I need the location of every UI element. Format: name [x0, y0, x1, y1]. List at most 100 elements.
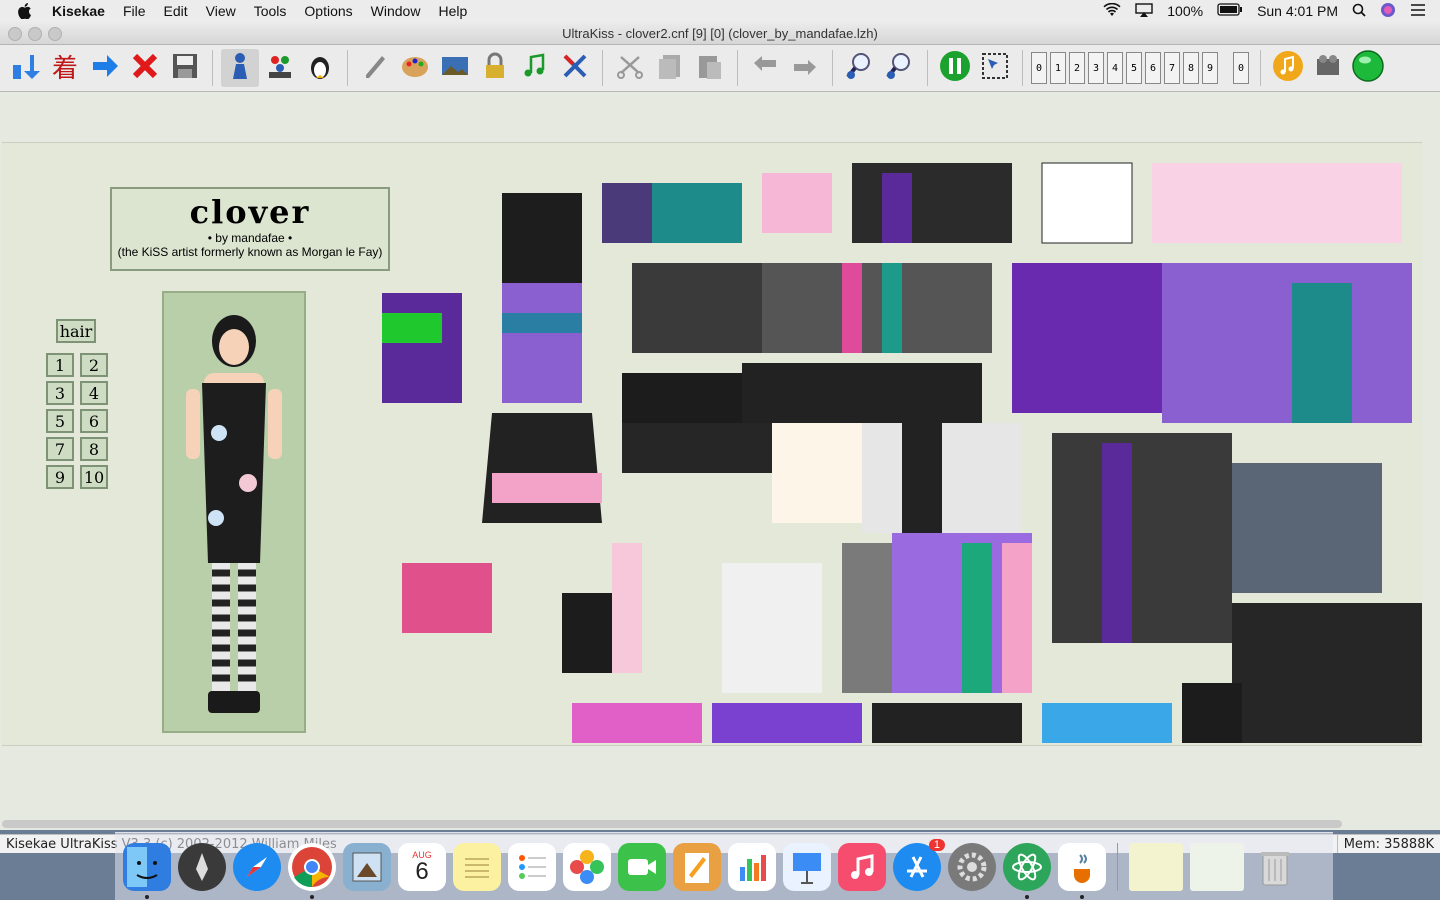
- penguin-button[interactable]: [301, 49, 339, 87]
- lock-button[interactable]: [476, 49, 514, 87]
- doll-figure[interactable]: [164, 293, 304, 731]
- undo-button[interactable]: [746, 49, 784, 87]
- scissors-icon: [615, 51, 645, 86]
- menu-file[interactable]: File: [123, 3, 146, 19]
- calendar-icon[interactable]: AUG 6: [398, 843, 446, 891]
- preview-icon[interactable]: [343, 843, 391, 891]
- menu-help[interactable]: Help: [438, 3, 467, 19]
- cast-button[interactable]: [261, 49, 299, 87]
- minimized-window-icon[interactable]: [1190, 843, 1244, 891]
- trash-icon[interactable]: [1251, 843, 1299, 891]
- redo-button[interactable]: [786, 49, 824, 87]
- hair-button-3[interactable]: 3: [46, 381, 74, 405]
- close-button[interactable]: [126, 49, 164, 87]
- kanji-icon: 着: [50, 51, 80, 86]
- app-store-icon[interactable]: 1: [893, 839, 945, 891]
- hair-button-5[interactable]: 5: [46, 409, 74, 433]
- siri-icon[interactable]: [1380, 2, 1396, 21]
- page-button[interactable]: 9: [1202, 52, 1218, 84]
- image-button[interactable]: [436, 49, 474, 87]
- page-button[interactable]: 2: [1069, 52, 1085, 84]
- pages-icon[interactable]: [673, 843, 721, 891]
- sound-icon: [1272, 50, 1304, 87]
- page-button[interactable]: 0: [1031, 52, 1047, 84]
- apple-icon[interactable]: [16, 2, 34, 20]
- clock[interactable]: Sun 4:01 PM: [1257, 3, 1338, 19]
- menu-app-name[interactable]: Kisekae: [52, 3, 105, 19]
- hair-button-8[interactable]: 8: [80, 437, 108, 461]
- menu-tools[interactable]: Tools: [254, 3, 287, 19]
- media-button[interactable]: [1309, 49, 1347, 87]
- clothing-items[interactable]: [362, 143, 1422, 745]
- menu-options[interactable]: Options: [304, 3, 352, 19]
- menu-window[interactable]: Window: [371, 3, 421, 19]
- zoom-in-button[interactable]: [841, 49, 879, 87]
- hair-button-9[interactable]: 9: [46, 465, 74, 489]
- page-button[interactable]: 4: [1107, 52, 1123, 84]
- zoom-window-button[interactable]: [48, 27, 62, 41]
- edit-button[interactable]: [356, 49, 394, 87]
- launchpad-icon[interactable]: [178, 843, 226, 891]
- page-button[interactable]: 6: [1145, 52, 1161, 84]
- reminders-icon[interactable]: [508, 843, 556, 891]
- notes-icon[interactable]: [453, 843, 501, 891]
- java-icon[interactable]: [1058, 843, 1106, 899]
- itunes-icon[interactable]: [838, 843, 886, 891]
- system-preferences-icon[interactable]: [948, 843, 996, 891]
- hair-label: hair: [56, 319, 96, 343]
- hair-button-10[interactable]: 10: [80, 465, 108, 489]
- numbers-icon[interactable]: [728, 843, 776, 891]
- menu-edit[interactable]: Edit: [164, 3, 188, 19]
- colors-button[interactable]: [396, 49, 434, 87]
- sound-button[interactable]: [1269, 49, 1307, 87]
- hair-button-6[interactable]: 6: [80, 409, 108, 433]
- photos-icon[interactable]: [563, 843, 611, 891]
- page-button[interactable]: 5: [1126, 52, 1142, 84]
- tools-button[interactable]: [556, 49, 594, 87]
- menu-view[interactable]: View: [206, 3, 236, 19]
- kanji-button[interactable]: 着: [46, 49, 84, 87]
- copy-button[interactable]: [651, 49, 689, 87]
- page-button[interactable]: 1: [1050, 52, 1066, 84]
- minimized-window-icon[interactable]: [1129, 843, 1183, 891]
- hair-button-7[interactable]: 7: [46, 437, 74, 461]
- status-light-button[interactable]: [1349, 49, 1387, 87]
- music-button[interactable]: [516, 49, 554, 87]
- doll-panel: [162, 291, 306, 733]
- color-set-button[interactable]: 0: [1233, 52, 1249, 84]
- wifi-icon[interactable]: [1103, 2, 1121, 20]
- open-button[interactable]: [6, 49, 44, 87]
- minimize-window-button[interactable]: [28, 27, 42, 41]
- spotlight-icon[interactable]: [1352, 3, 1366, 20]
- safari-icon[interactable]: [233, 843, 281, 891]
- zoom-out-button[interactable]: [881, 49, 919, 87]
- select-icon: [980, 51, 1010, 86]
- open-icon: [10, 51, 40, 86]
- next-button[interactable]: [86, 49, 124, 87]
- pause-button[interactable]: [936, 49, 974, 87]
- keynote-icon[interactable]: [783, 843, 831, 891]
- toolbar-separator: [1260, 50, 1261, 86]
- select-button[interactable]: [976, 49, 1014, 87]
- hair-button-4[interactable]: 4: [80, 381, 108, 405]
- horizontal-scrollbar[interactable]: [2, 820, 1342, 828]
- page-button[interactable]: 3: [1088, 52, 1104, 84]
- page-button[interactable]: 7: [1164, 52, 1180, 84]
- paste-button[interactable]: [691, 49, 729, 87]
- notification-center-icon[interactable]: [1410, 3, 1426, 20]
- save-button[interactable]: [166, 49, 204, 87]
- atom-icon[interactable]: [1003, 843, 1051, 899]
- chrome-icon[interactable]: [288, 843, 336, 899]
- facetime-icon[interactable]: [618, 843, 666, 891]
- hair-button-1[interactable]: 1: [46, 353, 74, 377]
- cut-button[interactable]: [611, 49, 649, 87]
- toolbar-separator: [927, 50, 928, 86]
- page-button[interactable]: 8: [1183, 52, 1199, 84]
- airplay-icon[interactable]: [1135, 2, 1153, 20]
- battery-icon[interactable]: [1217, 3, 1243, 19]
- finder-icon[interactable]: [123, 843, 171, 899]
- close-window-button[interactable]: [8, 27, 22, 41]
- doll-playfield[interactable]: clover • by mandafae • (the KiSS artist …: [2, 142, 1422, 746]
- hair-button-2[interactable]: 2: [80, 353, 108, 377]
- doll-button[interactable]: [221, 49, 259, 87]
